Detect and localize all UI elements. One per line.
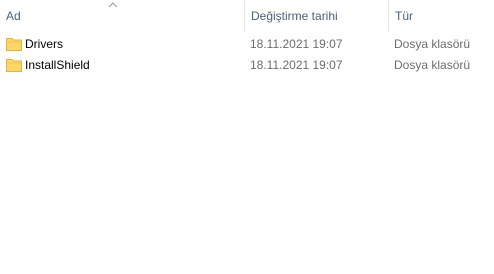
file-name: Drivers bbox=[25, 37, 63, 51]
folder-icon bbox=[6, 59, 22, 72]
column-header-type[interactable]: Tür bbox=[388, 0, 494, 32]
column-header-date-label: Değiştirme tarihi bbox=[251, 9, 338, 23]
file-type: Dosya klasörü bbox=[394, 58, 471, 72]
column-header-bar: Ad Değiştirme tarihi Tür bbox=[0, 0, 494, 32]
file-modified-date: 18.11.2021 19:07 bbox=[250, 37, 343, 51]
file-row[interactable]: InstallShield 18.11.2021 19:07 Dosya kla… bbox=[0, 55, 494, 76]
file-modified-date: 18.11.2021 19:07 bbox=[250, 58, 343, 72]
sort-up-chevron-icon bbox=[108, 2, 118, 8]
column-header-name-label: Ad bbox=[6, 9, 21, 23]
file-type: Dosya klasörü bbox=[394, 37, 471, 51]
file-row[interactable]: Drivers 18.11.2021 19:07 Dosya klasörü bbox=[0, 34, 494, 55]
column-header-name[interactable]: Ad bbox=[0, 0, 244, 32]
folder-icon bbox=[6, 38, 22, 51]
column-header-type-label: Tür bbox=[395, 9, 413, 23]
file-name: InstallShield bbox=[25, 58, 90, 72]
file-rows: Drivers 18.11.2021 19:07 Dosya klasörü I… bbox=[0, 34, 494, 76]
column-header-date[interactable]: Değiştirme tarihi bbox=[244, 0, 388, 32]
file-list-view: Ad Değiştirme tarihi Tür Drivers 18.11.2… bbox=[0, 0, 494, 274]
